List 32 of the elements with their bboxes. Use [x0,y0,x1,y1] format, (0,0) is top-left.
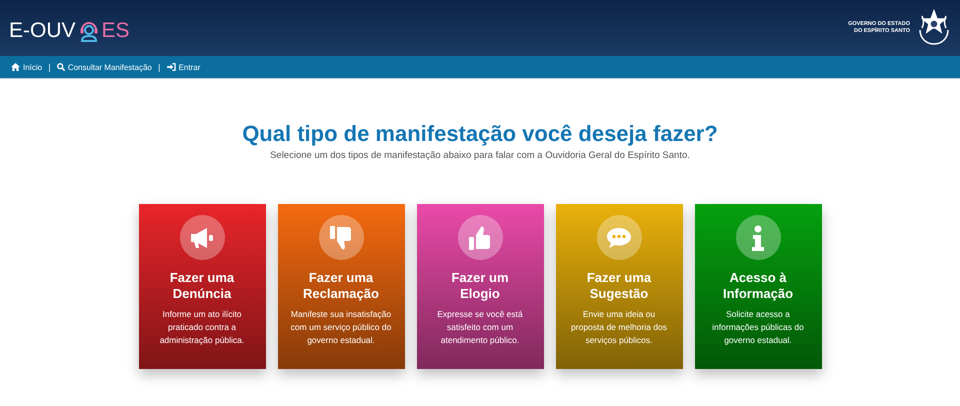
card-title: Fazer uma Reclamação [303,270,379,302]
search-icon [56,63,65,71]
card-description: Solicite acesso a informações públicas do governo estadual. [712,308,804,347]
option-card[interactable]: Fazer uma Sugestão Envie uma ideia ou proposta de melhoria dos serviços públicos. [556,204,682,369]
card-description: Expresse se você está satisfeito com um atendimento público. [437,308,523,347]
sign-in-icon [166,63,176,71]
card-description: Manifeste sua insatisfação com um serviço público do governo estadual. [290,308,392,347]
card-title: Fazer uma Sugestão [586,270,652,302]
option-card[interactable]: Fazer uma Reclamação Manifeste sua insatisfação com um serviço público do governo estadual. [278,204,404,369]
card-title: Acesso à Informação [722,270,794,302]
card-title: Fazer um Elogio [451,270,509,302]
thumbs-up-icon [468,224,492,250]
logo-text: ES [102,19,130,43]
page-title: Qual tipo de manifestação você deseja fazer? [242,121,718,147]
nav-separator: | [158,62,161,72]
megaphone-icon [189,226,215,248]
nav-link[interactable]: Consultar Manifestação [56,62,152,72]
option-card[interactable]: Fazer uma Denúncia Informe um ato ilícito praticado contra a administração pública. [138,204,266,369]
option-card[interactable]: Fazer um Elogio Expresse se você está satisfeito com um atendimento público. [416,204,544,369]
card-description: Envie uma ideia ou proposta de melhoria dos serviços públicos. [571,308,667,347]
page-subtitle: Selecione um dos tipos de manifestação abaixo para falar com a Ouvidoria Geral do Espírito Santo. [270,150,690,161]
logo-text: E-OUV [9,19,76,43]
nav-separator: | [48,62,51,72]
thumbs-down-icon [329,224,353,250]
option-card[interactable]: Acesso à Informação Solicite acesso a informações públicas do governo estadual. [694,204,822,369]
card-title: Fazer uma Denúncia [170,270,234,302]
home-icon [11,63,20,71]
nav-link[interactable]: Início [11,62,42,72]
info-icon [751,224,765,250]
speech-bubble-icon [606,226,632,248]
card-description: Informe um ato ilícito praticado contra a administração pública. [160,308,244,347]
nav-link[interactable]: Entrar [166,62,200,72]
